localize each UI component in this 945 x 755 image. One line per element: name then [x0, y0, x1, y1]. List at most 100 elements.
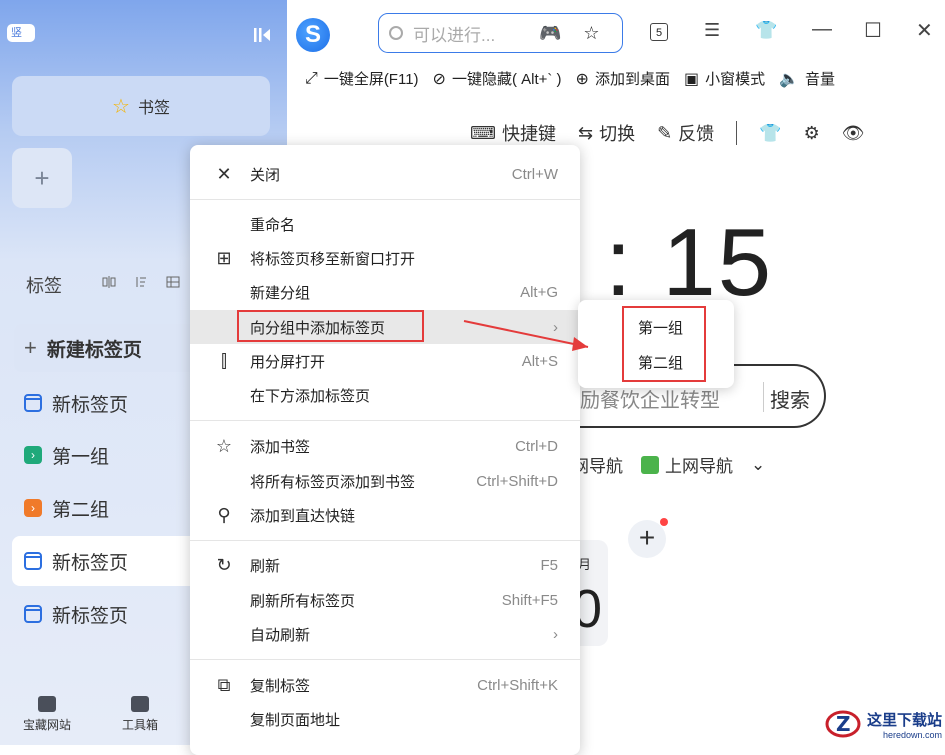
bookmarks-label: 书签	[137, 100, 170, 117]
feedback-button[interactable]: ✎ 反馈	[657, 120, 714, 146]
shortcuts-label: 快捷键	[501, 124, 556, 144]
menu-shortcut: Ctrl+Shift+K	[477, 676, 558, 694]
menu-item-add-tab-below[interactable]: 在下方添加标签页	[190, 378, 580, 412]
highlight-box	[237, 310, 424, 342]
volume-label: 音量	[805, 71, 836, 88]
hide-label: 一键隐藏( Alt+` )	[451, 71, 562, 88]
menu-item-auto-refresh[interactable]: 自动刷新 ›	[190, 617, 580, 651]
menu-item-close[interactable]: ✕ 关闭 Ctrl+W	[190, 157, 580, 191]
tab-item[interactable]: 新标签页	[12, 589, 202, 639]
group-green-icon: ›	[24, 446, 42, 464]
menu-item-bookmark-all[interactable]: 将所有标签页添加到书签 Ctrl+Shift+D	[190, 464, 580, 498]
desktop-add-icon: ⊕	[575, 70, 589, 88]
add-tile-button[interactable]: +	[628, 518, 668, 558]
browser-tab-icon	[24, 552, 42, 570]
switch-button[interactable]: ⇆ 切换	[578, 120, 635, 146]
menu-item-refresh-all[interactable]: 刷新所有标签页 Shift+F5	[190, 583, 580, 617]
tab-label: 新标签页	[52, 394, 129, 416]
tab-item[interactable]: 新标签页	[12, 378, 202, 428]
sort-icon[interactable]	[134, 275, 148, 289]
menu-item-rename[interactable]: 重命名	[190, 207, 580, 241]
split-screen-icon: ⫿	[221, 350, 227, 371]
new-tab-button[interactable]: + 新建标签页	[14, 324, 214, 372]
star-add-icon: ☆	[215, 435, 233, 456]
newtab-toolbar: ⌨ 快捷键 ⇆ 切换 ✎ 反馈 👕 ⚙ 👁	[470, 120, 865, 146]
search-button[interactable]: 搜索	[770, 384, 810, 413]
menu-label: 将所有标签页添加到书签	[250, 473, 416, 491]
tab-group-item[interactable]: › 第一组	[12, 430, 202, 480]
toolbox-button[interactable]: 工具箱	[110, 696, 170, 733]
gear-icon[interactable]: ⚙	[804, 123, 820, 144]
menu-item-duplicate-tab[interactable]: ⧉ 复制标签 Ctrl+Shift+K	[190, 668, 580, 702]
fullscreen-label: 一键全屏(F11)	[323, 71, 419, 88]
leaf-icon	[641, 455, 659, 474]
plus-icon: +	[24, 335, 37, 360]
menu-item-new-group[interactable]: 新建分组 Alt+G	[190, 275, 580, 309]
divider	[736, 121, 738, 145]
search-box[interactable]: 可以进行... 🎮 ☆	[378, 13, 623, 53]
new-tab-label: 新建标签页	[46, 339, 142, 361]
tab-group-label: 第一组	[52, 446, 110, 468]
menu-item-quick-link[interactable]: ⚲ 添加到直达快链	[190, 498, 580, 532]
skin-icon[interactable]: 👕	[759, 123, 781, 144]
menu-label: 添加到直达快链	[250, 507, 356, 525]
add-shortcut-button[interactable]: +	[12, 148, 72, 208]
tabs-header-tools	[102, 275, 180, 289]
menu-item-move-to-new-window[interactable]: ⊞ 将标签页移至新窗口打开	[190, 241, 580, 275]
menu-separator	[190, 659, 580, 660]
browser-logo-icon	[296, 18, 330, 52]
menu-label: 将标签页移至新窗口打开	[250, 250, 416, 268]
gamepad-icon[interactable]: 🎮	[539, 23, 561, 44]
skin-icon[interactable]: 👕	[755, 20, 777, 41]
fullscreen-button[interactable]: ⤢ 一键全屏(F11)	[305, 68, 419, 89]
star-add-icon[interactable]: ☆	[583, 23, 599, 44]
eye-icon[interactable]: 👁	[842, 123, 865, 144]
toolbox-icon	[131, 696, 149, 712]
keyboard-icon: ⌨	[470, 122, 496, 143]
menu-label: 自动刷新	[250, 626, 311, 644]
search-icon	[389, 26, 403, 40]
hide-button[interactable]: ⊘ 一键隐藏( Alt+` )	[433, 68, 562, 89]
menu-icon[interactable]: ☰	[704, 20, 720, 41]
treasure-site-button[interactable]: 宝藏网站	[17, 696, 77, 733]
tab-label: 新标签页	[52, 605, 129, 627]
menu-item-add-bookmark[interactable]: ☆ 添加书签 Ctrl+D	[190, 429, 580, 463]
minimize-icon[interactable]: —	[812, 18, 832, 41]
close-window-icon[interactable]: ✕	[916, 18, 933, 43]
calendar-tile[interactable]: 月 0	[572, 540, 608, 646]
annotation-arrow	[463, 320, 589, 351]
maximize-icon[interactable]: ☐	[864, 18, 882, 43]
vertical-tabs-badge[interactable]: 竖	[7, 24, 35, 42]
search-query[interactable]: 励餐饮企业转型	[580, 384, 720, 413]
switch-label: 切换	[599, 124, 636, 144]
feedback-icon: ✎	[657, 122, 673, 143]
grid-view-icon[interactable]	[166, 275, 180, 289]
menu-shortcut: Alt+S	[521, 352, 558, 370]
chevron-right-icon: ›	[553, 625, 558, 643]
bookmarks-button[interactable]: ☆ 书签	[12, 76, 270, 136]
menu-label: 在下方添加标签页	[250, 387, 371, 405]
mini-window-button[interactable]: ▣ 小窗模式	[684, 68, 765, 89]
quick-link-icon: ⚲	[217, 504, 231, 525]
divider	[763, 382, 764, 412]
collapse-sidebar-icon[interactable]	[252, 26, 272, 44]
menu-item-refresh[interactable]: ↻ 刷新 F5	[190, 548, 580, 582]
menu-shortcut: Ctrl+Shift+D	[476, 472, 558, 490]
quick-toolbar: ⤢ 一键全屏(F11) ⊘ 一键隐藏( Alt+` ) ⊕ 添加到桌面 ▣ 小窗模式 🔈…	[305, 68, 835, 89]
menu-separator	[190, 540, 580, 541]
treasure-site-icon	[38, 696, 56, 712]
chevron-down-icon[interactable]: ⌄	[751, 455, 765, 475]
menu-shortcut: Alt+G	[520, 283, 558, 301]
menu-item-copy-url[interactable]: 复制页面地址	[190, 702, 580, 736]
tab-count-badge[interactable]: 5	[650, 23, 668, 41]
tab-item-active[interactable]: 新标签页	[12, 536, 202, 586]
watermark-site: heredown.com	[882, 729, 942, 740]
add-to-desktop-button[interactable]: ⊕ 添加到桌面	[576, 68, 670, 89]
shortcuts-button[interactable]: ⌨ 快捷键	[470, 120, 556, 146]
menu-separator	[190, 199, 580, 200]
split-view-icon[interactable]	[102, 275, 116, 289]
volume-button[interactable]: 🔈 音量	[779, 68, 835, 89]
nav-link[interactable]: 上网导航	[641, 452, 733, 477]
copy-icon: ⧉	[217, 674, 231, 695]
tab-group-item[interactable]: › 第二组	[12, 483, 202, 533]
